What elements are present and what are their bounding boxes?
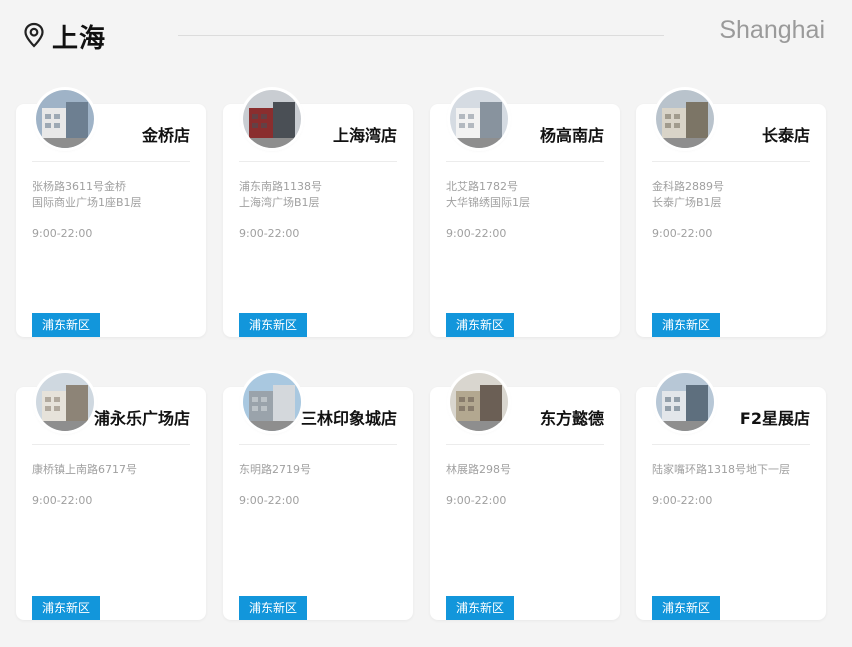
district-badge[interactable]: 浦东新区 (446, 596, 515, 620)
address-line: 长泰广场B1层 (652, 196, 722, 209)
store-card[interactable]: 上海湾店浦东南路1138号 上海湾广场B1层 9:00-22:00 浦东新区 (223, 90, 413, 337)
store-photo (243, 90, 301, 148)
store-card[interactable]: 浦永乐广场店康桥镇上南路6717号 9:00-22:00 浦东新区 (16, 373, 206, 620)
store-photo (656, 90, 714, 148)
store-hours: 9:00-22:00 (446, 227, 507, 240)
store-address: 康桥镇上南路6717号 (32, 462, 192, 478)
store-name: 杨高南店 (539, 126, 604, 145)
district-badge[interactable]: 浦东新区 (239, 596, 308, 620)
store-photo (450, 373, 508, 431)
store-card[interactable]: 金桥店张杨路3611号金桥国际商业广场1座B1层 9:00-22:00 浦东新区 (16, 90, 206, 337)
district-badge[interactable]: 浦东新区 (652, 313, 721, 337)
address-line: 林展路298号 (446, 463, 511, 476)
location-pin-icon (24, 22, 44, 48)
store-name: 上海湾店 (332, 126, 397, 145)
city-header: 上海 Shanghai (0, 0, 852, 72)
store-address: 东明路2719号 (239, 462, 399, 478)
store-name: 东方懿德 (539, 409, 604, 428)
store-name: F2星展店 (739, 409, 810, 428)
store-card[interactable]: 三林印象城店东明路2719号 9:00-22:00 浦东新区 (223, 373, 413, 620)
district-badge[interactable]: 浦东新区 (652, 596, 721, 620)
store-name: 金桥店 (141, 126, 190, 145)
store-name: 浦永乐广场店 (93, 409, 190, 428)
address-line: 康桥镇上南路6717号 (32, 463, 137, 476)
address-line: 张杨路3611号金桥 (32, 180, 126, 193)
store-address: 张杨路3611号金桥国际商业广场1座B1层 (32, 179, 192, 211)
store-hours: 9:00-22:00 (652, 494, 713, 507)
store-name: 长泰店 (761, 126, 810, 145)
address-line: 国际商业广场1座B1层 (32, 196, 142, 209)
address-line: 陆家嘴环路1318号地下一层 (652, 463, 790, 476)
address-line: 上海湾广场B1层 (239, 196, 320, 209)
district-badge[interactable]: 浦东新区 (239, 313, 308, 337)
store-address: 浦东南路1138号 上海湾广场B1层 (239, 179, 399, 211)
district-badge[interactable]: 浦东新区 (32, 313, 101, 337)
header-divider (178, 35, 664, 36)
card-divider (446, 161, 604, 162)
address-line: 金科路2889号 (652, 180, 724, 193)
store-card[interactable]: F2星展店陆家嘴环路1318号地下一层 9:00-22:00 浦东新区 (636, 373, 826, 620)
store-hours: 9:00-22:00 (239, 227, 300, 240)
card-divider (652, 161, 810, 162)
district-badge[interactable]: 浦东新区 (446, 313, 515, 337)
store-photo (450, 90, 508, 148)
store-card[interactable]: 杨高南店北艾路1782号 大华锦绣国际1层 9:00-22:00 浦东新区 (430, 90, 620, 337)
card-divider (239, 444, 397, 445)
store-address: 金科路2889号 长泰广场B1层 (652, 179, 812, 211)
city-english-name: Shanghai (719, 16, 825, 44)
address-line: 浦东南路1138号 (239, 180, 322, 193)
store-address: 陆家嘴环路1318号地下一层 (652, 462, 812, 478)
store-photo (656, 373, 714, 431)
store-hours: 9:00-22:00 (652, 227, 713, 240)
store-address: 北艾路1782号 大华锦绣国际1层 (446, 179, 606, 211)
store-hours: 9:00-22:00 (239, 494, 300, 507)
store-photo (36, 373, 94, 431)
district-badge[interactable]: 浦东新区 (32, 596, 101, 620)
store-hours: 9:00-22:00 (446, 494, 507, 507)
store-address: 林展路298号 (446, 462, 606, 478)
card-divider (32, 161, 190, 162)
store-name: 三林印象城店 (300, 409, 397, 428)
store-card[interactable]: 长泰店金科路2889号 长泰广场B1层 9:00-22:00 浦东新区 (636, 90, 826, 337)
address-line: 北艾路1782号 (446, 180, 518, 193)
store-photo (243, 373, 301, 431)
card-divider (652, 444, 810, 445)
store-card[interactable]: 东方懿德林展路298号 9:00-22:00 浦东新区 (430, 373, 620, 620)
address-line: 东明路2719号 (239, 463, 311, 476)
address-line: 大华锦绣国际1层 (446, 196, 530, 209)
store-hours: 9:00-22:00 (32, 494, 93, 507)
city-title: 上海 (52, 24, 107, 54)
card-divider (239, 161, 397, 162)
store-photo (36, 90, 94, 148)
card-divider (446, 444, 604, 445)
store-hours: 9:00-22:00 (32, 227, 93, 240)
card-divider (32, 444, 190, 445)
